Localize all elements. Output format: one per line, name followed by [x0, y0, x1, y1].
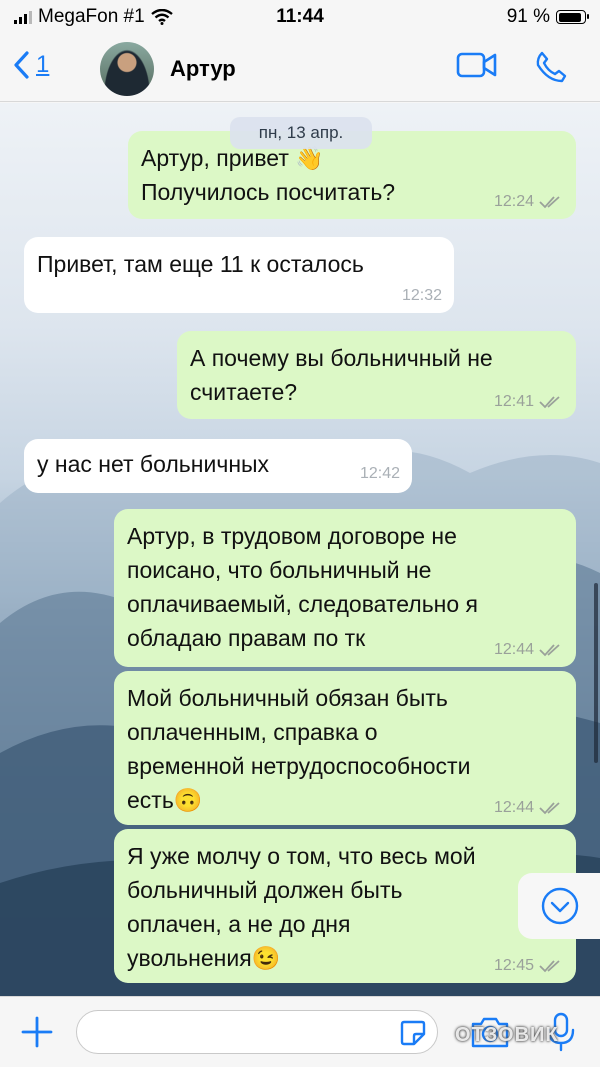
message-time: 12:45: [493, 957, 534, 974]
double-check-icon: [539, 960, 560, 973]
message-line: больничный должен быть: [127, 877, 403, 903]
video-call-icon[interactable]: [456, 50, 498, 80]
chevron-down-circle-icon: [541, 887, 579, 925]
message-text: Артур, в трудовом договоре не поисано, ч…: [127, 519, 478, 655]
message-meta: 12:32: [402, 287, 442, 305]
message-line: обладаю правам по тк: [127, 625, 366, 651]
message-bubble-incoming[interactable]: у нас нет больничных 12:42: [24, 439, 412, 493]
double-check-icon: [539, 802, 560, 815]
watermark: ОТЗОВИК: [455, 1024, 559, 1046]
scroll-indicator: [594, 583, 598, 763]
double-check-icon: [539, 644, 560, 657]
unread-count: 1: [36, 51, 50, 78]
double-check-icon: [539, 196, 560, 209]
message-time: 12:32: [401, 287, 442, 304]
chevron-left-icon: [14, 51, 29, 79]
battery-icon: [556, 10, 589, 24]
message-line: А почему вы больничный не: [190, 345, 493, 371]
message-bubble-outgoing[interactable]: Артур, в трудовом договоре не поисано, ч…: [114, 509, 576, 667]
message-line: поисано, что больничный не: [127, 557, 432, 583]
message-bubble-incoming[interactable]: Привет, там еще 11 к осталось 12:32: [24, 237, 454, 313]
message-meta: 12:44: [494, 799, 564, 817]
message-line: временной нетрудоспособности: [127, 753, 471, 779]
message-text: Привет, там еще 11 к осталось: [37, 247, 364, 281]
message-time: 12:44: [493, 641, 534, 658]
message-bubble-outgoing[interactable]: Я уже молчу о том, что весь мой больничн…: [114, 829, 576, 983]
message-line: оплаченным, справка о: [127, 719, 378, 745]
input-bar: ОТЗОВИК: [0, 996, 600, 1067]
message-meta: 12:24: [494, 193, 564, 211]
message-meta: 12:42: [360, 465, 400, 483]
sticker-icon[interactable]: [399, 1019, 427, 1047]
message-line: оплачиваемый, следовательно я: [127, 591, 479, 617]
scroll-to-bottom-button[interactable]: [518, 873, 600, 939]
message-input[interactable]: [76, 1010, 438, 1054]
message-line: увольнения😉: [127, 945, 281, 971]
message-line: оплачен, а не до дня: [127, 911, 351, 937]
chat-area[interactable]: Артур, привет 👋 Получилось посчитать? 12…: [0, 103, 600, 996]
message-line: Получилось посчитать?: [141, 179, 396, 205]
message-line: Я уже молчу о том, что весь мой: [127, 843, 476, 869]
contact-name[interactable]: Артур: [170, 56, 236, 82]
message-line: Артур, в трудовом договоре не: [127, 523, 457, 549]
message-text: у нас нет больничных: [37, 447, 269, 481]
date-separator: пн, 13 апр.: [230, 117, 372, 149]
message-line: Мой больничный обязан быть: [127, 685, 448, 711]
message-line: у нас нет больничных: [37, 451, 270, 477]
message-meta: 12:44: [494, 641, 564, 659]
avatar[interactable]: [100, 42, 154, 96]
message-text: А почему вы больничный не считаете?: [190, 341, 493, 409]
plus-icon[interactable]: [20, 1015, 54, 1049]
message-bubble-outgoing[interactable]: А почему вы больничный не считаете? 12:4…: [177, 331, 576, 419]
message-time: 12:24: [493, 193, 534, 210]
message-text: Мой больничный обязан быть оплаченным, с…: [127, 681, 470, 817]
message-meta: 12:45: [494, 957, 564, 975]
message-line: Привет, там еще 11 к осталось: [37, 251, 364, 277]
message-time: 12:42: [359, 465, 400, 482]
chat-header: 1 Артур: [0, 32, 600, 102]
status-bar: MegaFon #1 11:44 91 %: [0, 0, 600, 32]
back-button[interactable]: 1: [12, 50, 49, 80]
double-check-icon: [539, 396, 560, 409]
battery-percent: 91 %: [506, 6, 550, 27]
phone-call-icon[interactable]: [534, 50, 568, 84]
message-time: 12:44: [493, 799, 534, 816]
message-line: есть🙃: [127, 787, 203, 813]
message-time: 12:41: [493, 393, 534, 410]
message-text: Артур, привет 👋 Получилось посчитать?: [141, 141, 395, 209]
message-meta: 12:41: [494, 393, 564, 411]
message-bubble-outgoing[interactable]: Мой больничный обязан быть оплаченным, с…: [114, 671, 576, 825]
message-text: Я уже молчу о том, что весь мой больничн…: [127, 839, 476, 975]
message-line: считаете?: [190, 379, 298, 405]
